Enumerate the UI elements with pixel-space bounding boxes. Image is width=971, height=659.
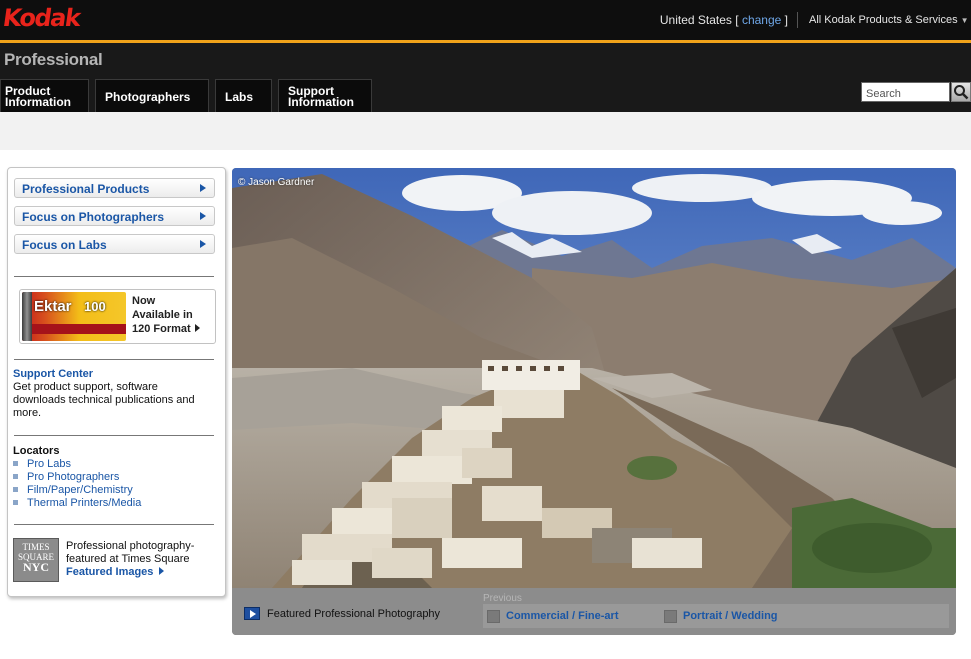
arrow-right-icon: [200, 184, 206, 192]
all-products-label: All Kodak Products & Services: [809, 14, 958, 26]
bullet-icon: [13, 461, 18, 466]
magnifier-icon: [954, 85, 969, 100]
previous-label: Previous: [483, 593, 522, 604]
locator-thermal-printers[interactable]: Thermal Printers/Media: [13, 497, 141, 510]
locator-label: Pro Photographers: [27, 471, 120, 483]
tab-label: Photographers: [105, 90, 191, 104]
search-button[interactable]: [951, 82, 971, 102]
divider: [14, 276, 214, 277]
change-country-link[interactable]: change: [742, 13, 781, 27]
bullet-icon: [13, 500, 18, 505]
times-square-text: Professional photography- featured at Ti…: [66, 540, 194, 579]
link-label: Focus on Photographers: [22, 210, 165, 224]
monastery-landscape-photo: [232, 168, 956, 588]
locator-label: Film/Paper/Chemistry: [27, 484, 133, 496]
film-canister: [22, 292, 32, 341]
film-brand: Ektar: [34, 298, 72, 315]
arrow-right-icon: [200, 212, 206, 220]
slideshow-caption-bar: Featured Professional Photography Previo…: [232, 588, 956, 635]
tab-support-information[interactable]: Support Information: [278, 79, 372, 112]
kodak-logo[interactable]: Kodak: [1, 4, 81, 32]
focus-on-labs-link[interactable]: Focus on Labs: [14, 234, 215, 254]
locators-list: Pro Labs Pro Photographers Film/Paper/Ch…: [13, 458, 141, 510]
chevron-down-icon: ▼: [960, 16, 969, 25]
locator-pro-labs[interactable]: Pro Labs: [13, 458, 141, 471]
photo-credit: © Jason Gardner: [238, 177, 315, 188]
badge-line: NYC: [23, 560, 49, 574]
arrow-right-icon: [194, 324, 200, 332]
arrow-right-icon: [200, 240, 206, 248]
promo-line: 120 Format: [132, 323, 191, 335]
divider: [14, 435, 214, 436]
promo-line: Available in: [132, 309, 193, 321]
promo-line-3: 120 Format: [132, 322, 200, 336]
badge-line: TIMES: [22, 542, 50, 552]
divider: [14, 524, 214, 525]
sidebar-panel: Professional Products Focus on Photograp…: [7, 167, 226, 597]
locator-label: Pro Labs: [27, 458, 72, 470]
hero-slideshow: © Jason Gardner Featured Professional Ph…: [232, 168, 956, 635]
bracket-open: [: [735, 13, 739, 27]
section-header: Professional Product Information Photogr…: [0, 43, 971, 112]
support-description: Get product support, software downloads …: [13, 381, 195, 419]
previous-commercial-fine-art[interactable]: Commercial / Fine-art: [506, 610, 618, 622]
country-label: United States: [659, 13, 732, 27]
tab-label: Labs: [225, 90, 254, 104]
support-center-link[interactable]: Support Center: [13, 368, 93, 380]
promo-line: Now: [132, 295, 156, 307]
spacer-band: [0, 112, 971, 150]
divider: [14, 359, 214, 360]
professional-products-link[interactable]: Professional Products: [14, 178, 215, 198]
film-stripe: [32, 324, 126, 334]
locator-label: Thermal Printers/Media: [27, 497, 142, 509]
tab-label: Information: [5, 95, 71, 109]
locator-film-paper-chemistry[interactable]: Film/Paper/Chemistry: [13, 484, 141, 497]
all-products-menu[interactable]: All Kodak Products & Services ▼: [809, 14, 969, 26]
play-icon[interactable]: [244, 607, 260, 620]
thumbnail-icon[interactable]: [487, 610, 500, 623]
bullet-icon: [13, 474, 18, 479]
focus-on-photographers-link[interactable]: Focus on Photographers: [14, 206, 215, 226]
previous-portrait-wedding[interactable]: Portrait / Wedding: [683, 610, 778, 622]
thumbnail-icon[interactable]: [664, 610, 677, 623]
header-divider: [797, 12, 798, 28]
times-square-badge[interactable]: TIMES SQUARE NYC: [13, 538, 59, 582]
film-number: 100: [84, 299, 106, 314]
top-bar: Kodak United States [ change ] All Kodak…: [0, 0, 971, 40]
link-label: Focus on Labs: [22, 238, 107, 252]
locale-selector: United States [ change ]: [660, 13, 788, 27]
bracket-close: ]: [784, 13, 788, 27]
tab-labs[interactable]: Labs: [215, 79, 272, 112]
times-square-line: featured at Times Square: [66, 553, 190, 565]
ektar-film-image: Ektar 100: [22, 292, 126, 341]
tab-photographers[interactable]: Photographers: [95, 79, 209, 112]
promo-text: Now Available in 120 Format: [132, 294, 200, 336]
arrow-right-icon: [159, 567, 165, 575]
locator-pro-photographers[interactable]: Pro Photographers: [13, 471, 141, 484]
tab-product-information[interactable]: Product Information: [0, 79, 89, 112]
link-label: Professional Products: [22, 182, 150, 196]
ektar-promo[interactable]: Ektar 100 Now Available in 120 Format: [19, 289, 216, 344]
tab-label: Information: [288, 95, 354, 109]
bullet-icon: [13, 487, 18, 492]
search-input[interactable]: [861, 82, 950, 102]
section-title: Professional: [4, 50, 103, 69]
slideshow-caption: Featured Professional Photography: [267, 608, 441, 620]
times-square-line: Professional photography-: [66, 540, 195, 552]
featured-images-link[interactable]: Featured Images: [66, 566, 194, 579]
link-label: Featured Images: [66, 566, 154, 578]
locators-heading: Locators: [13, 445, 60, 457]
previous-slides: Commercial / Fine-art Portrait / Wedding: [483, 604, 949, 628]
